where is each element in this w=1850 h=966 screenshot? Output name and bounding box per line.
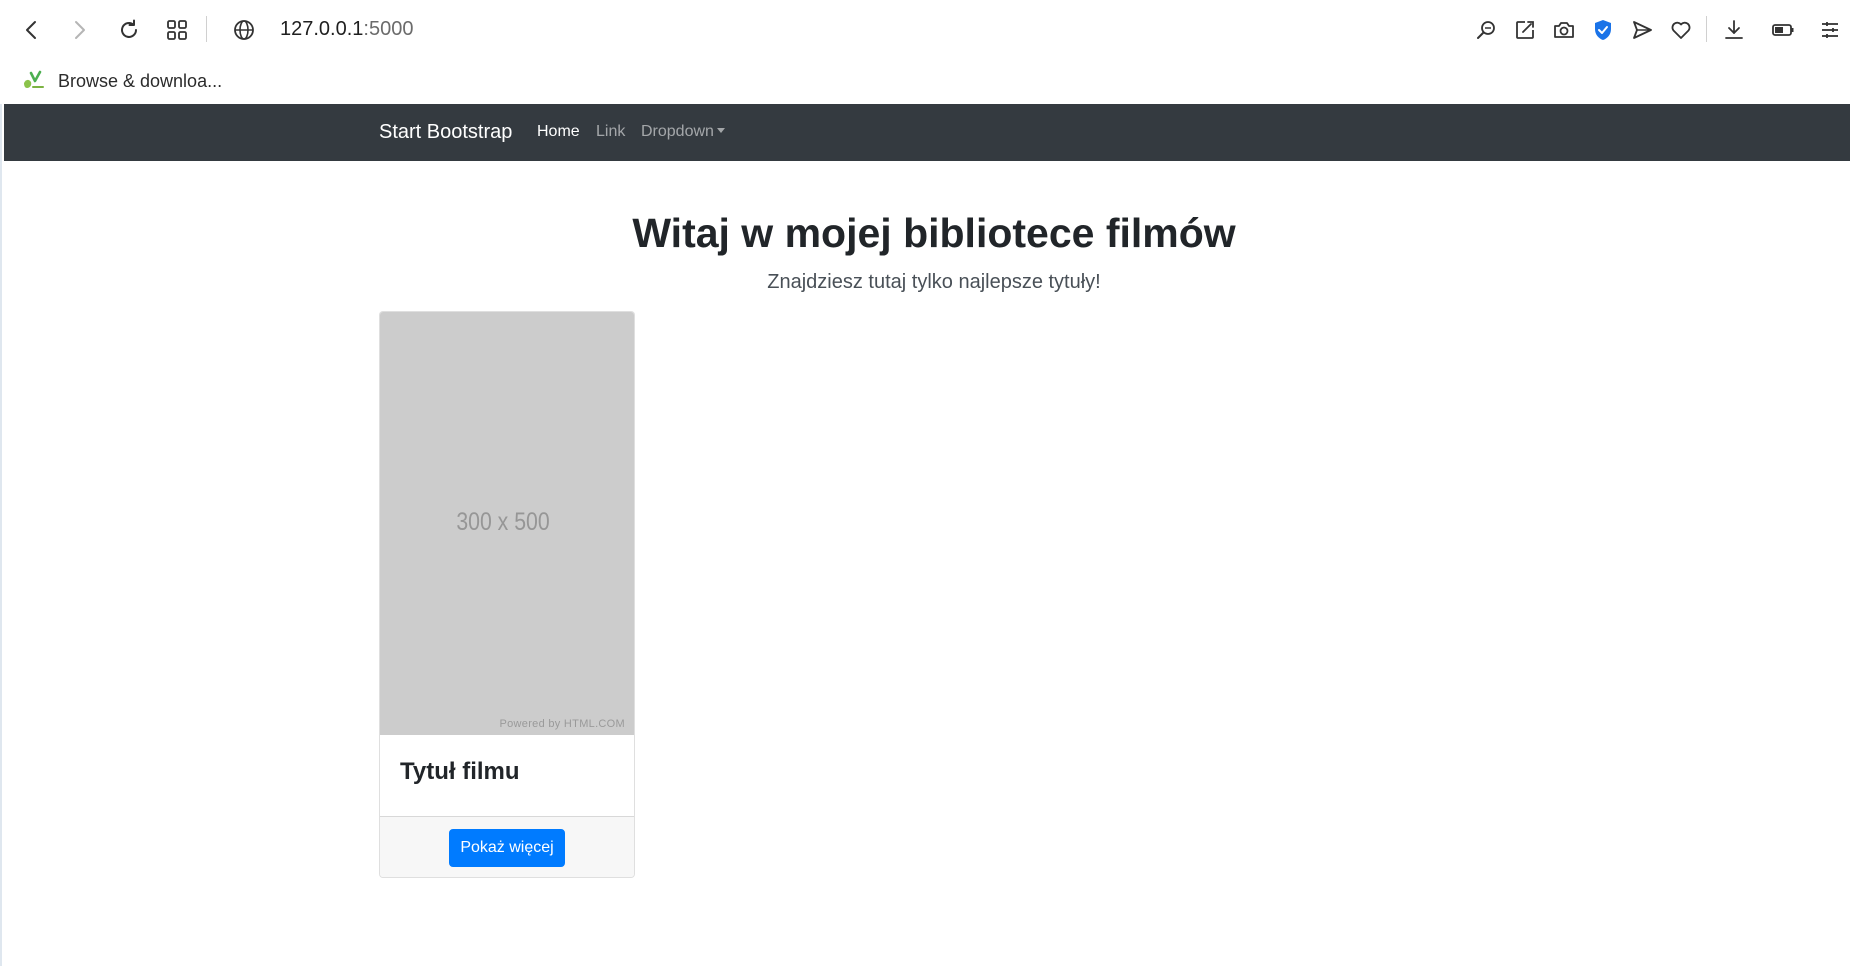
navbar-brand[interactable]: Start Bootstrap (379, 118, 512, 146)
bookmark-favicon (24, 70, 44, 88)
zoom-button[interactable] (1468, 12, 1504, 48)
movie-title: Tytuł filmu (400, 758, 520, 785)
nav-dropdown-toggle[interactable]: Dropdown (641, 121, 725, 143)
show-more-button[interactable]: Pokaż więcej (449, 829, 565, 867)
nav-link-home[interactable]: Home (537, 121, 580, 143)
send-icon (1633, 21, 1652, 39)
address-host: 127.0.0.1 (280, 18, 364, 40)
battery-saver-button[interactable] (1765, 12, 1801, 48)
forward-icon (75, 21, 85, 39)
tab-grid-button[interactable] (159, 12, 195, 48)
site-info-button[interactable] (226, 12, 262, 48)
edit-icon (1516, 21, 1534, 39)
site-info-icon (234, 20, 254, 40)
tab-grid-icon (167, 20, 187, 40)
reload-button[interactable] (111, 12, 147, 48)
bookmark-label: Browse & downloa... (58, 70, 223, 91)
shield-button[interactable] (1585, 12, 1621, 48)
forward-button[interactable] (61, 12, 97, 48)
back-button[interactable] (14, 12, 50, 48)
bookmark-item[interactable]: Browse & downloa... (22, 66, 222, 96)
favorites-button[interactable] (1663, 12, 1699, 48)
placeholder-dimensions: 300 x 500 (456, 508, 550, 536)
zoom-icon (1477, 21, 1495, 39)
reload-icon (121, 19, 137, 38)
address-bar[interactable]: 127.0.0.1:5000 (280, 17, 413, 41)
battery-icon (1772, 24, 1794, 36)
menu-button[interactable] (1812, 12, 1848, 48)
address-port: :5000 (363, 18, 414, 40)
toolbar-divider (206, 16, 207, 42)
shield-icon (1595, 20, 1611, 40)
browser-toolbar: 127.0.0.1:5000 (0, 0, 1850, 58)
camera-icon (1554, 22, 1574, 38)
menu-icon (1822, 22, 1838, 38)
download-button[interactable] (1716, 12, 1752, 48)
caret-down-icon (716, 128, 725, 133)
download-icon (1725, 20, 1743, 39)
edit-button[interactable] (1507, 12, 1543, 48)
movie-card: 300 x 500 Powered by HTML.COM Tytuł film… (379, 311, 635, 878)
page-subtitle: Znajdziesz tutaj tylko najlepsze tytuły! (767, 271, 1101, 293)
movie-card-footer: Pokaż więcej (380, 816, 634, 877)
page-viewport: Start Bootstrap Home Link Dropdown Witaj… (0, 104, 1850, 966)
send-button[interactable] (1624, 12, 1660, 48)
toolbar-divider-right (1706, 16, 1707, 42)
screenshot-button[interactable] (1546, 12, 1582, 48)
nav-link-link[interactable]: Link (596, 121, 625, 143)
nav-dropdown-label: Dropdown (641, 123, 714, 140)
movie-poster-placeholder: 300 x 500 Powered by HTML.COM (380, 312, 634, 735)
site-navbar: Start Bootstrap Home Link Dropdown (4, 104, 1850, 161)
placeholder-credit: Powered by HTML.COM (499, 718, 625, 730)
bookmarks-bar: Browse & downloa... (0, 58, 1850, 104)
movie-card-body: Tytuł filmu (380, 735, 634, 816)
page-title: Witaj w mojej bibliotece filmów (632, 210, 1236, 256)
back-icon (26, 21, 36, 39)
heart-icon (1671, 21, 1691, 39)
